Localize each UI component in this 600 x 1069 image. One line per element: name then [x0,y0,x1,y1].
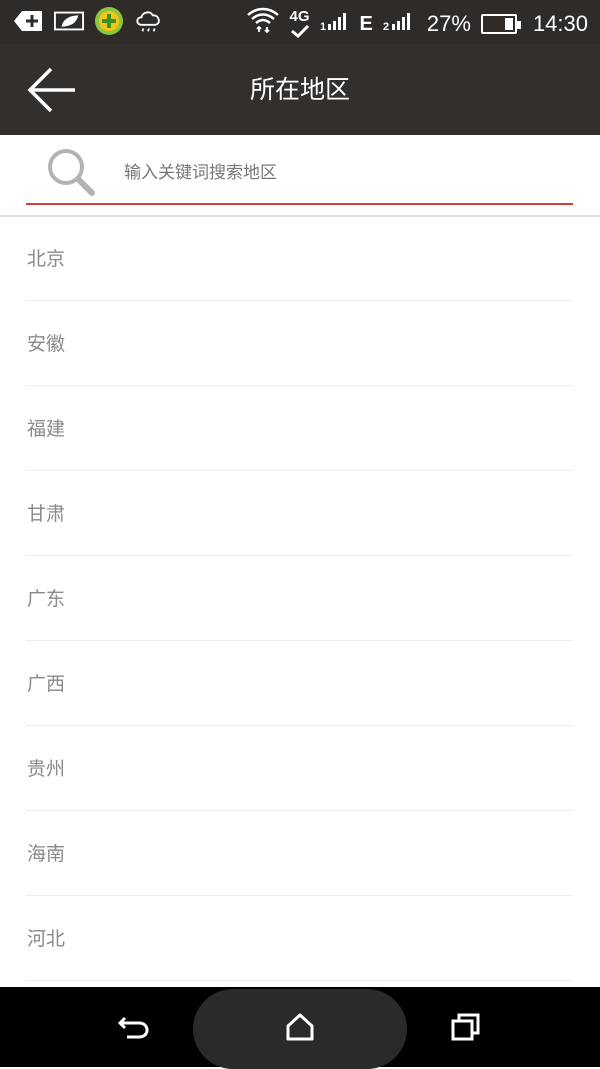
network-4g-indicator: 4G [289,8,310,38]
back-icon [117,1016,149,1039]
battery-percent: 27% [426,11,471,36]
nav-recents-button[interactable] [444,1005,488,1049]
region-item-guizhou[interactable]: 贵州 [26,726,573,811]
region-item-hebei[interactable]: 河北 [26,896,573,981]
search-bar [0,135,600,217]
region-item-guangdong[interactable]: 广东 [26,556,573,641]
region-label: 福建 [27,418,66,440]
page-title: 所在地区 [249,75,350,104]
nav-back-button[interactable] [112,1005,156,1049]
rain-cloud-icon [134,6,164,36]
region-label: 广东 [27,588,66,610]
leaf-message-icon [54,6,84,36]
home-icon [286,1013,314,1041]
battery-icon [480,14,521,34]
data-type-label: E [359,13,373,35]
region-label: 贵州 [27,758,66,780]
network-type-label: 4G [289,8,310,25]
search-icon [44,146,100,202]
search-input[interactable] [122,149,566,197]
search-box [26,137,573,205]
signal-strength-2-icon: 2 [383,11,417,37]
region-label: 海南 [27,843,66,865]
svg-text:1: 1 [320,21,326,31]
status-bar: 4G 1 E 2 27% 14:30 [0,0,600,44]
app-bar: 所在地区 [0,44,600,135]
region-item-anhui[interactable]: 安徽 [26,301,573,386]
region-item-guangxi[interactable]: 广西 [26,641,573,726]
region-item-hainan[interactable]: 海南 [26,811,573,896]
region-item-gansu[interactable]: 甘肃 [26,471,573,556]
signal-strength-icon: 1 [320,11,350,37]
region-item-fujian[interactable]: 福建 [26,386,573,471]
region-label: 安徽 [27,333,66,355]
wifi-icon [246,6,280,42]
region-list: 北京 安徽 福建 甘肃 广东 广西 贵州 海南 河北 [0,216,600,981]
region-label: 北京 [27,248,66,270]
region-label: 河北 [27,928,66,950]
add-notification-icon [14,6,44,36]
svg-text:2: 2 [383,21,389,31]
system-nav-bar [0,987,600,1069]
region-label: 甘肃 [27,503,66,525]
security-app-icon [94,6,124,36]
region-label: 广西 [27,673,66,695]
recents-icon [451,1013,480,1041]
clock: 14:30 [532,11,588,36]
nav-home-button[interactable] [278,1005,322,1049]
region-item-beijing[interactable]: 北京 [26,216,573,301]
